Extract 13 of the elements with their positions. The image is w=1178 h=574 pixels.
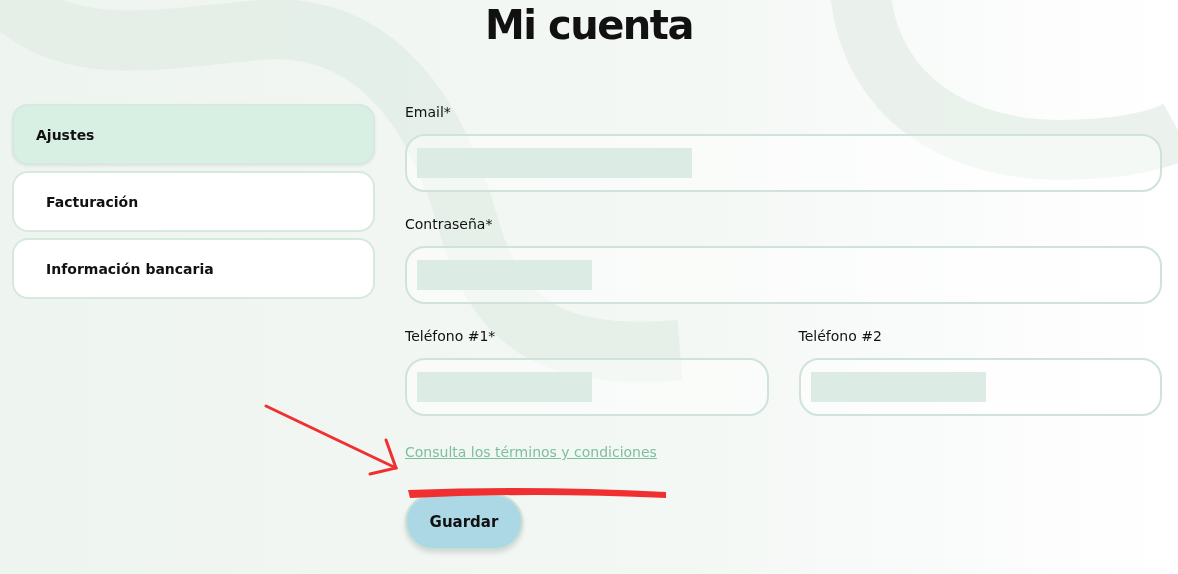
- input-field[interactable]: [798, 358, 1162, 416]
- field-label: Teléfono #1*: [405, 328, 497, 346]
- save-button[interactable]: Guardar: [405, 494, 523, 550]
- input-field[interactable]: [405, 246, 1162, 304]
- input-field[interactable]: [405, 358, 769, 416]
- input-field[interactable]: [405, 134, 1162, 192]
- field-label: Teléfono #2: [798, 328, 883, 346]
- sidebar-item[interactable]: Facturación: [12, 171, 375, 232]
- page-title: Mi cuenta: [484, 1, 694, 50]
- sidebar-item[interactable]: Ajustes: [12, 104, 375, 165]
- field-label: Email*: [405, 104, 452, 122]
- sidebar-item[interactable]: Información bancaria: [12, 238, 375, 299]
- field-label: Contraseña*: [405, 216, 494, 234]
